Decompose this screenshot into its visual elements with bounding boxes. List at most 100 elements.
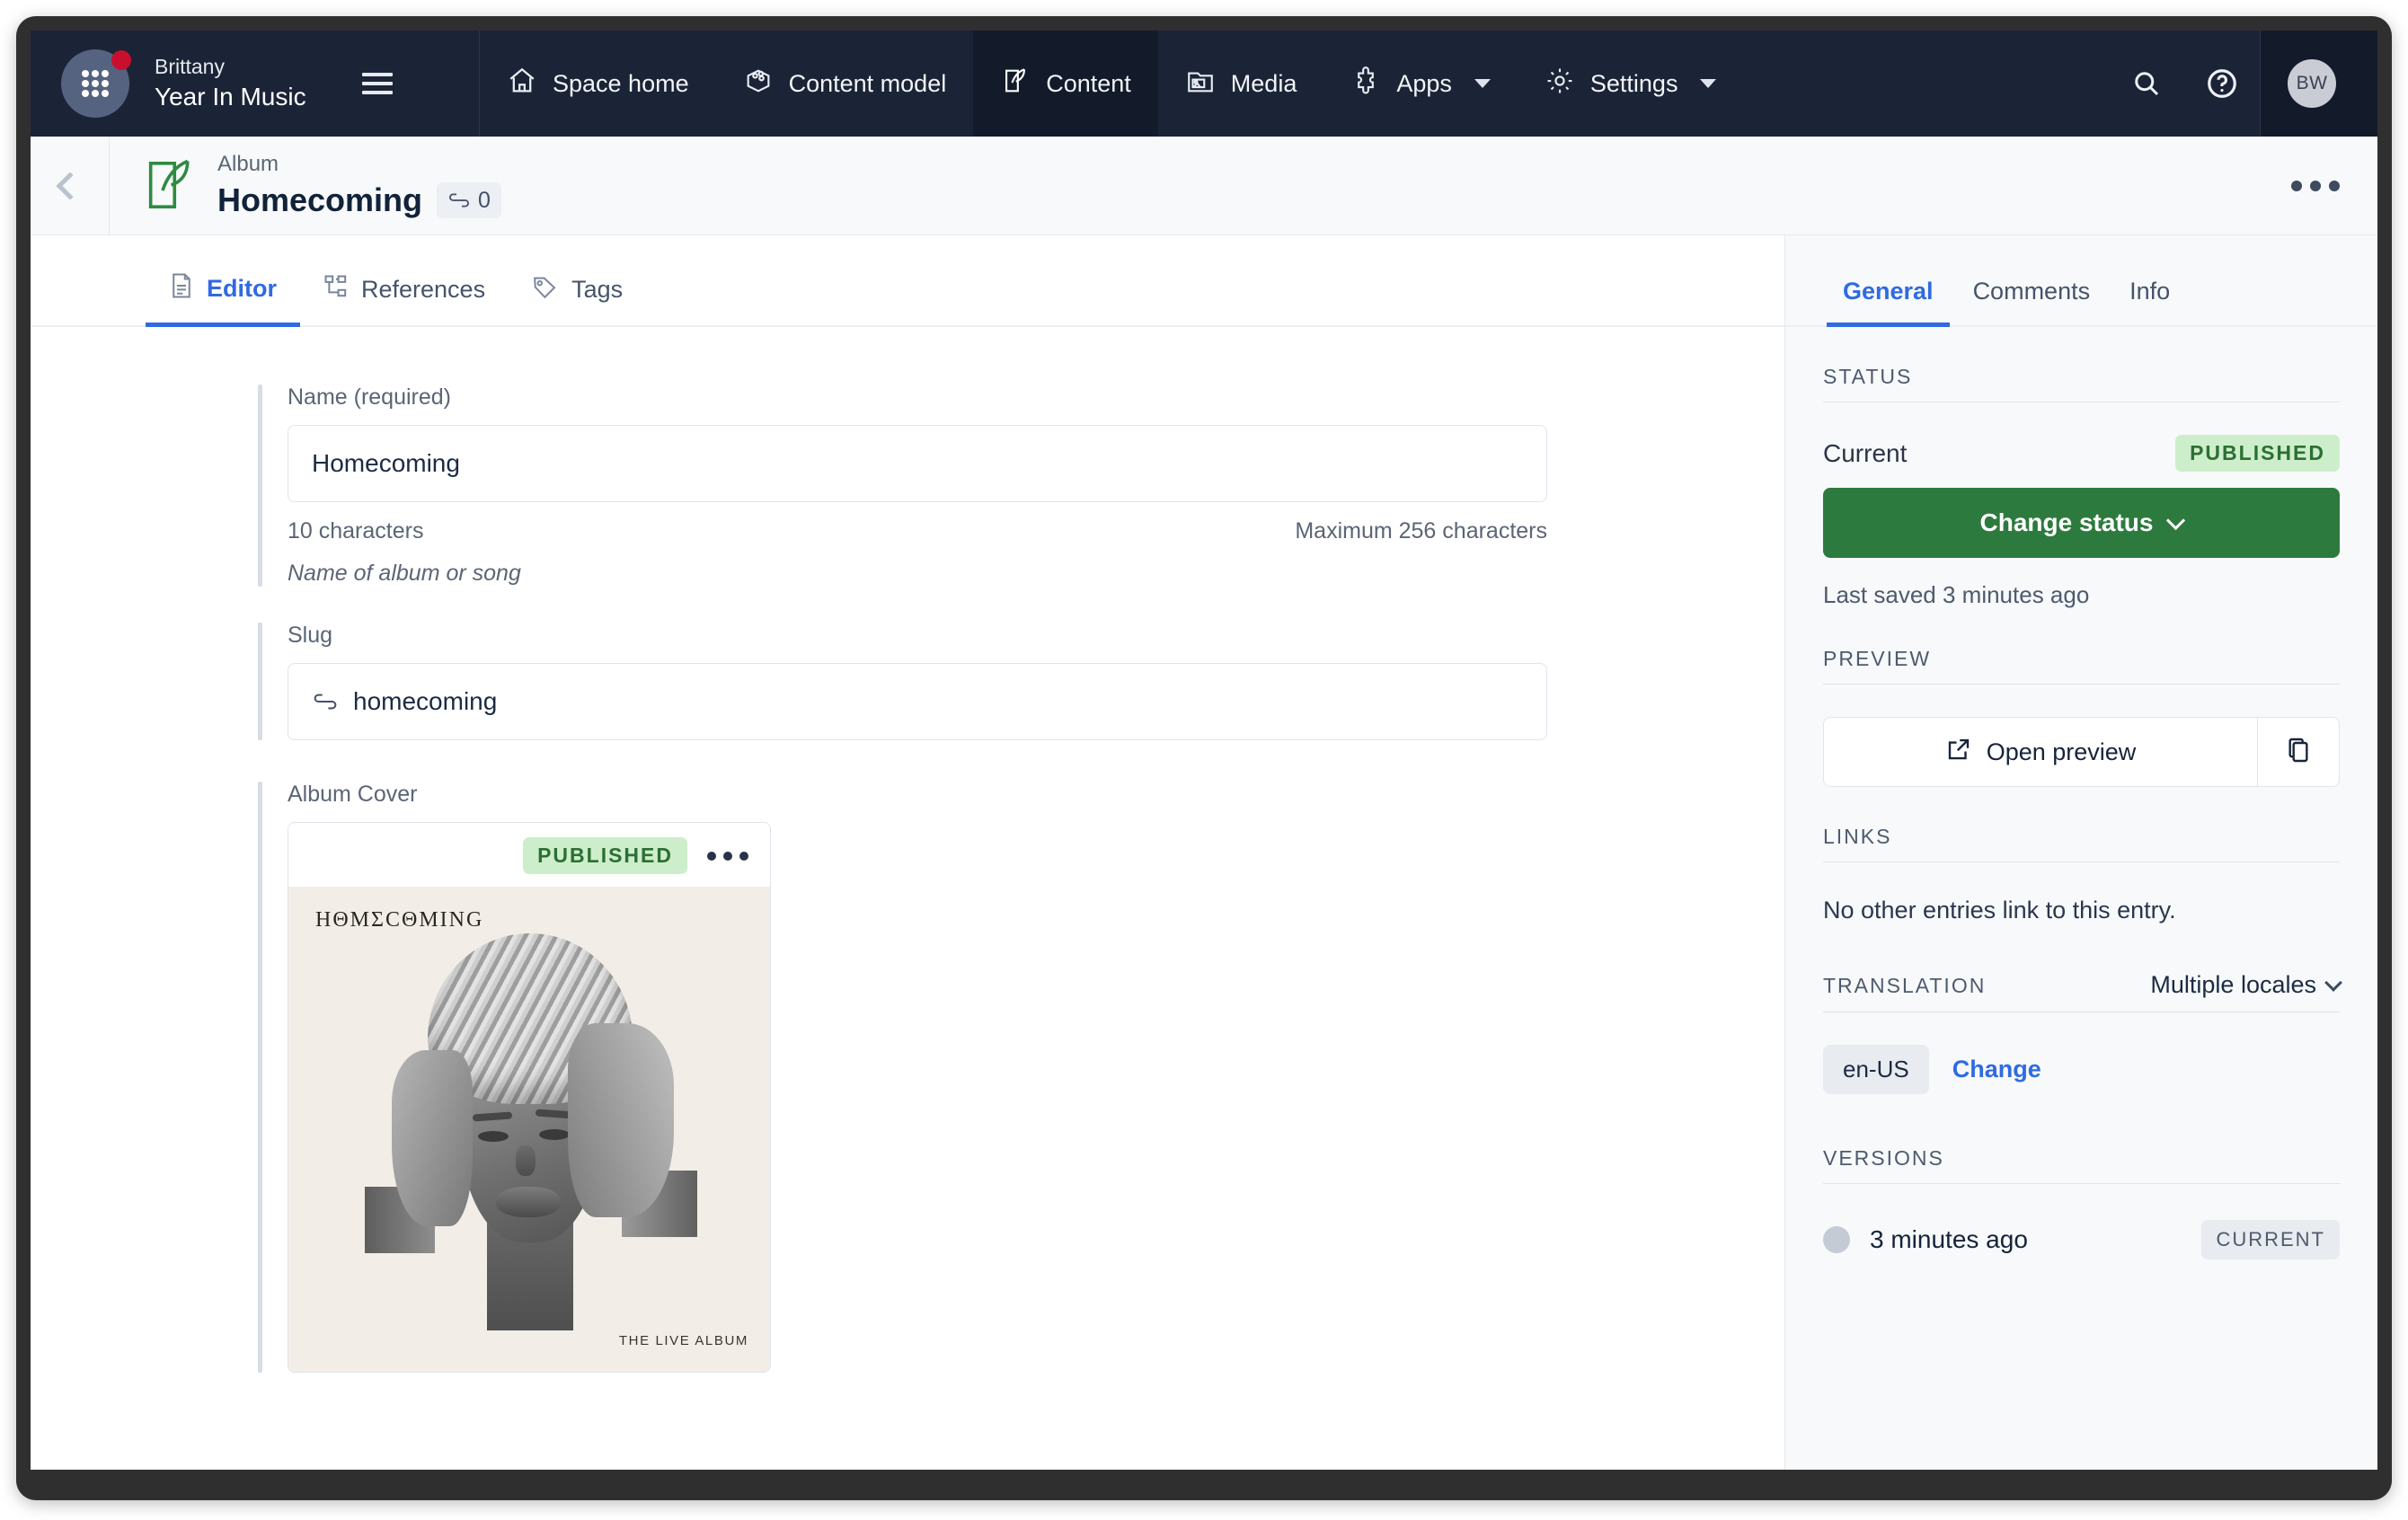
tab-references[interactable]: References (300, 274, 509, 325)
nav-label: Space home (553, 70, 689, 98)
apps-puzzle-icon (1350, 66, 1381, 102)
section-header-status: STATUS (1823, 327, 2340, 402)
tab-label: General (1843, 278, 1934, 305)
copy-icon (2285, 736, 2312, 769)
slug-input-value: homecoming (353, 687, 497, 716)
editor-tabs: Editor References (31, 235, 1784, 327)
chevron-down-icon (2166, 510, 2185, 529)
field-label: Album Cover (288, 782, 1547, 808)
name-input[interactable]: Homecoming (288, 425, 1547, 502)
tag-icon (532, 274, 559, 305)
page-title: Homecoming (217, 181, 422, 219)
quill-document-icon (142, 155, 194, 215)
help-circle-icon[interactable] (2184, 31, 2260, 137)
tab-label: Editor (207, 275, 277, 303)
nav-right-cluster: BW (2109, 31, 2377, 137)
album-cover-portrait (381, 917, 677, 1339)
hamburger-icon[interactable] (362, 73, 393, 94)
content-model-icon (743, 66, 774, 102)
section-header-links: LINKS (1823, 787, 2340, 862)
locales-selector-value: Multiple locales (2150, 971, 2316, 999)
version-status-dot (1823, 1226, 1850, 1253)
references-tree-icon (323, 274, 349, 305)
entry-body: Editor References (31, 235, 2377, 1470)
section-header-preview: PREVIEW (1823, 609, 2340, 685)
change-locale-link[interactable]: Change (1952, 1056, 2041, 1083)
field-name: Name (required) Homecoming 10 characters… (31, 384, 1784, 587)
tab-tags[interactable]: Tags (509, 274, 646, 325)
nav-item-settings[interactable]: Settings (1518, 31, 1744, 137)
locale-row: en-US Change (1823, 1045, 2340, 1094)
nav-item-apps[interactable]: Apps (1324, 31, 1518, 137)
field-label: Name (required) (288, 384, 1547, 411)
locale-chip: en-US (1823, 1045, 1929, 1094)
search-icon[interactable] (2109, 31, 2184, 137)
status-current-row: Current PUBLISHED (1823, 435, 2340, 472)
media-image-icon (1185, 66, 1216, 102)
status-current-label: Current (1823, 439, 1907, 468)
tab-label: Tags (571, 276, 623, 304)
locales-selector[interactable]: Multiple locales (2150, 971, 2340, 999)
document-icon (169, 272, 194, 305)
asset-actions-menu[interactable] (707, 852, 748, 861)
entry-sidebar: General Comments Info STATUS Current PUB… (1784, 235, 2377, 1470)
nav-item-media[interactable]: Media (1158, 31, 1324, 137)
device-frame: Brittany Year In Music Space home (16, 16, 2392, 1500)
tab-comments[interactable]: Comments (1953, 278, 2111, 325)
copy-preview-url-button[interactable] (2257, 717, 2340, 787)
tab-editor[interactable]: Editor (146, 272, 300, 325)
tab-label: References (361, 276, 485, 304)
album-cover-subtitle: THE LIVE ALBUM (619, 1333, 748, 1348)
nav-label: Content model (789, 70, 947, 98)
change-status-label: Change status (1980, 508, 2154, 537)
section-title: STATUS (1823, 365, 1912, 389)
nav-items: Space home Content model Content (480, 31, 2377, 137)
chevron-down-icon (1474, 79, 1491, 88)
entry-content-type: Album (217, 152, 501, 178)
tab-info[interactable]: Info (2110, 278, 2190, 325)
tab-label: Info (2129, 278, 2170, 305)
version-row[interactable]: 3 minutes ago CURRENT (1823, 1220, 2340, 1259)
section-title: TRANSLATION (1823, 974, 1986, 998)
section-title: PREVIEW (1823, 647, 1931, 671)
entry-header: Album Homecoming 0 (31, 137, 2377, 235)
app-screen: Brittany Year In Music Space home (31, 31, 2377, 1470)
field-album-cover: Album Cover PUBLISHED HΘMΣCΘMING (31, 782, 1784, 1373)
back-button[interactable] (31, 137, 110, 235)
user-menu[interactable]: BW (2260, 31, 2377, 137)
asset-card[interactable]: PUBLISHED HΘMΣCΘMING (288, 822, 771, 1373)
preview-actions: Open preview (1823, 717, 2340, 787)
nav-item-content-model[interactable]: Content model (716, 31, 974, 137)
asset-status-badge: PUBLISHED (523, 837, 687, 874)
links-empty-text: No other entries link to this entry. (1823, 897, 2340, 924)
field-slug: Slug homecoming (31, 623, 1784, 740)
asset-card-header: PUBLISHED (288, 823, 770, 887)
field-label: Slug (288, 623, 1547, 649)
entry-links-count[interactable]: 0 (437, 182, 501, 218)
chevron-left-icon (56, 172, 84, 199)
tab-general[interactable]: General (1823, 278, 1953, 325)
version-timestamp: 3 minutes ago (1870, 1225, 2028, 1254)
section-title: VERSIONS (1823, 1146, 1944, 1171)
chevron-down-icon (2324, 974, 2342, 992)
link-icon (312, 687, 339, 716)
slug-input[interactable]: homecoming (288, 663, 1547, 740)
open-preview-button[interactable]: Open preview (1823, 717, 2257, 787)
home-icon (507, 66, 537, 102)
external-link-icon (1945, 736, 1972, 769)
apps-grid-icon[interactable] (61, 49, 129, 118)
name-max-chars: Maximum 256 characters (1295, 518, 1547, 544)
nav-item-content[interactable]: Content (973, 31, 1158, 137)
change-status-button[interactable]: Change status (1823, 488, 2340, 558)
name-char-count: 10 characters (288, 518, 423, 544)
entry-actions-menu[interactable] (2291, 181, 2340, 191)
section-title: LINKS (1823, 825, 1891, 849)
chevron-down-icon (1700, 79, 1716, 88)
album-cover-image: HΘMΣCΘMING (288, 887, 770, 1372)
avatar: BW (2288, 59, 2336, 108)
space-user-name: Brittany (155, 53, 306, 80)
nav-label: Content (1046, 70, 1131, 98)
space-selector[interactable]: Brittany Year In Music (31, 31, 480, 137)
nav-item-space-home[interactable]: Space home (480, 31, 716, 137)
nav-label: Media (1231, 70, 1297, 98)
